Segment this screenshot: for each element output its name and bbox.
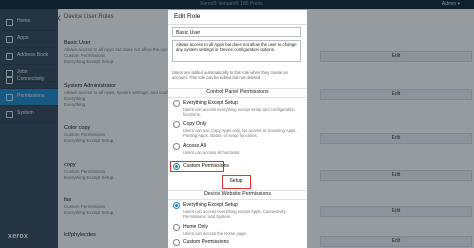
dialog-title: Edit Role [174,13,201,20]
role-name-input[interactable]: Basic User [172,27,301,37]
divider [168,24,307,25]
radio-button-selected[interactable] [173,163,180,170]
radio-button[interactable] [173,100,180,107]
divider [168,199,307,200]
radio-button[interactable] [173,121,180,128]
option-label: Custom Permissions [183,163,229,169]
role-note: Users are added automatically to this ro… [172,70,288,81]
edit-role-dialog: Edit Role Basic User Allows access to al… [168,10,307,248]
divider [168,97,307,98]
option-label: Everything Except Setup [183,202,238,208]
option-label: Home Only [183,224,209,230]
setup-button[interactable]: Setup [224,177,248,186]
option-description: Users can access everything except Apps,… [183,209,287,220]
option-description: Users can access all functions. [183,150,241,155]
control-panel-permissions-heading: Control Panel Permissions [206,89,269,95]
radio-button[interactable] [173,143,180,150]
option-label: Access All [183,143,206,149]
option-label: Custom Permissions [183,239,229,245]
radio-button[interactable] [173,224,180,231]
option-label: Copy Only [183,121,207,127]
role-description-textarea[interactable]: Allows access to all Apps but does not a… [172,40,301,62]
radio-button[interactable] [173,239,180,246]
option-description: Users can access everything except setup… [183,107,295,118]
device-website-permissions-heading: Device Website Permissions [203,191,272,197]
radio-button-selected[interactable] [173,202,180,209]
option-description: Users can access the Home page. [183,231,248,236]
option-description: Users can use Copy Apps only. No access … [183,128,297,139]
option-label: Everything Except Setup [183,100,238,106]
